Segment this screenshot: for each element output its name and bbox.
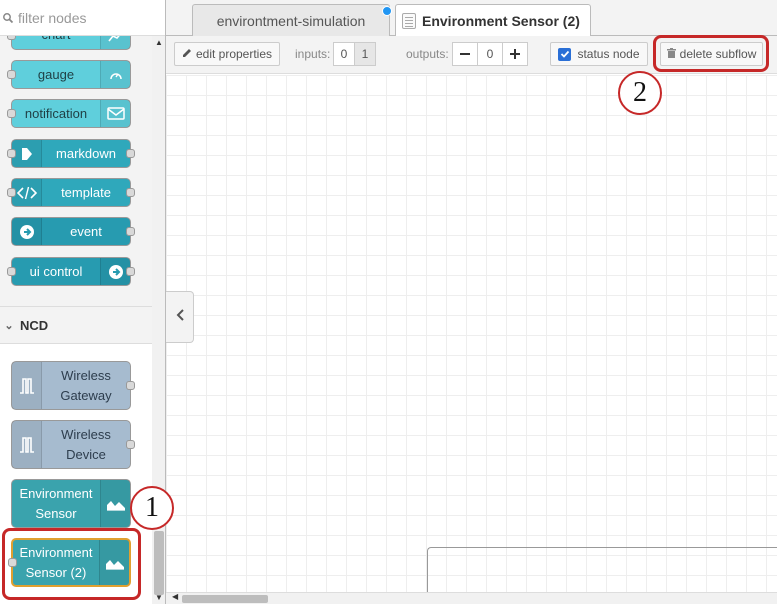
checkbox-checked-icon[interactable] xyxy=(558,47,572,61)
inputs-label: inputs: xyxy=(295,47,331,61)
area-chart-icon xyxy=(100,480,130,527)
input-port[interactable] xyxy=(7,266,16,276)
highlight-environment-sensor-2 xyxy=(2,528,141,600)
workspace-canvas[interactable] xyxy=(166,75,777,592)
scrollbar-thumb[interactable] xyxy=(182,595,268,603)
subflow-icon xyxy=(402,13,416,29)
palette-node-markdown[interactable]: markdown xyxy=(7,139,135,168)
palette-node-template[interactable]: template xyxy=(7,178,135,207)
chevron-down-icon: ⌄ xyxy=(4,319,14,332)
gauge-icon xyxy=(100,61,130,88)
node-label: template xyxy=(61,184,111,200)
scroll-down-icon[interactable]: ▼ xyxy=(155,593,163,602)
outputs-increment-button[interactable] xyxy=(502,42,528,66)
markdown-icon xyxy=(12,140,42,167)
tab-label: environtment-simulation xyxy=(216,12,366,29)
palette-collapse-button[interactable] xyxy=(166,291,194,343)
workspace-tab-bar: environtment-simulation Environment Sens… xyxy=(166,0,777,37)
node-label: Wireless Gateway xyxy=(60,367,112,403)
scroll-up-icon[interactable]: ▲ xyxy=(155,38,163,47)
arrow-right-icon xyxy=(12,218,42,245)
callout-number: 1 xyxy=(145,492,159,523)
subflow-group-outline xyxy=(427,547,777,592)
inputs-option-1[interactable]: 1 xyxy=(354,42,376,66)
canvas-horizontal-scrollbar[interactable]: ◀ xyxy=(166,592,777,604)
output-port[interactable] xyxy=(126,226,135,236)
modified-indicator xyxy=(382,6,392,16)
palette-node-notification[interactable]: notification xyxy=(7,99,131,128)
edit-properties-label: edit properties xyxy=(195,47,273,61)
filter-bar xyxy=(0,0,165,36)
output-port[interactable] xyxy=(126,266,135,276)
edit-properties-button[interactable]: edit properties xyxy=(174,42,280,66)
palette-node-ui-control[interactable]: ui control xyxy=(7,257,135,286)
category-header-ncd[interactable]: ⌄ NCD xyxy=(0,306,152,344)
status-node-label: status node xyxy=(577,47,640,61)
node-label: chart xyxy=(12,36,100,49)
chart-icon xyxy=(100,36,130,49)
input-port[interactable] xyxy=(7,148,16,158)
status-node-toggle[interactable]: status node xyxy=(550,42,648,66)
inputs-option-label: 0 xyxy=(340,47,348,61)
palette-node-chart[interactable]: chart xyxy=(7,36,131,50)
node-label: Environment Sensor xyxy=(19,485,93,521)
highlight-delete-subflow xyxy=(653,35,769,72)
search-icon xyxy=(2,12,14,24)
output-port[interactable] xyxy=(126,380,135,390)
inputs-option-label: 1 xyxy=(361,47,369,61)
node-label: Wireless Device xyxy=(61,426,111,462)
node-label: ui control xyxy=(29,263,83,279)
filter-nodes-input[interactable] xyxy=(18,9,158,26)
tab-label: Environment Sensor (2) xyxy=(422,13,580,29)
palette-node-environment-sensor[interactable]: Environment Sensor xyxy=(11,479,131,528)
output-port[interactable] xyxy=(126,439,135,449)
category-label: NCD xyxy=(20,317,49,333)
palette-node-wireless-device[interactable]: Wireless Device xyxy=(11,420,135,469)
wireless-icon xyxy=(12,421,42,468)
code-icon xyxy=(12,179,42,206)
scroll-left-icon[interactable]: ◀ xyxy=(172,592,178,601)
input-port[interactable] xyxy=(7,187,16,197)
palette-node-gauge[interactable]: gauge xyxy=(7,60,131,89)
palette-node-event[interactable]: event xyxy=(11,217,135,246)
output-port[interactable] xyxy=(126,148,135,158)
input-port[interactable] xyxy=(7,69,16,79)
palette-node-list: chart gauge notification xyxy=(0,36,152,604)
tab-environment-sensor-2[interactable]: Environment Sensor (2) xyxy=(395,4,591,37)
input-port[interactable] xyxy=(7,108,16,118)
callout-1: 1 xyxy=(130,486,174,530)
outputs-value-label: 0 xyxy=(486,47,494,61)
callout-number: 2 xyxy=(633,77,647,108)
outputs-value: 0 xyxy=(477,42,503,66)
outputs-label: outputs: xyxy=(406,47,449,61)
input-port[interactable] xyxy=(7,36,16,40)
pencil-icon xyxy=(182,47,192,61)
outputs-decrement-button[interactable] xyxy=(452,42,478,66)
node-red-editor: chart gauge notification xyxy=(0,0,777,604)
callout-2: 2 xyxy=(618,71,662,115)
inputs-option-0[interactable]: 0 xyxy=(333,42,355,66)
tab-environtment-simulation[interactable]: environtment-simulation xyxy=(192,4,392,36)
node-label: notification xyxy=(24,105,88,121)
envelope-icon xyxy=(100,100,130,127)
palette-node-wireless-gateway[interactable]: Wireless Gateway xyxy=(11,361,135,410)
node-label: markdown xyxy=(56,145,116,161)
scrollbar-thumb[interactable] xyxy=(154,531,164,595)
output-port[interactable] xyxy=(126,187,135,197)
chevron-left-icon xyxy=(176,308,184,326)
node-label: event xyxy=(70,223,102,239)
node-label: gauge xyxy=(37,66,75,82)
wireless-icon xyxy=(12,362,42,409)
